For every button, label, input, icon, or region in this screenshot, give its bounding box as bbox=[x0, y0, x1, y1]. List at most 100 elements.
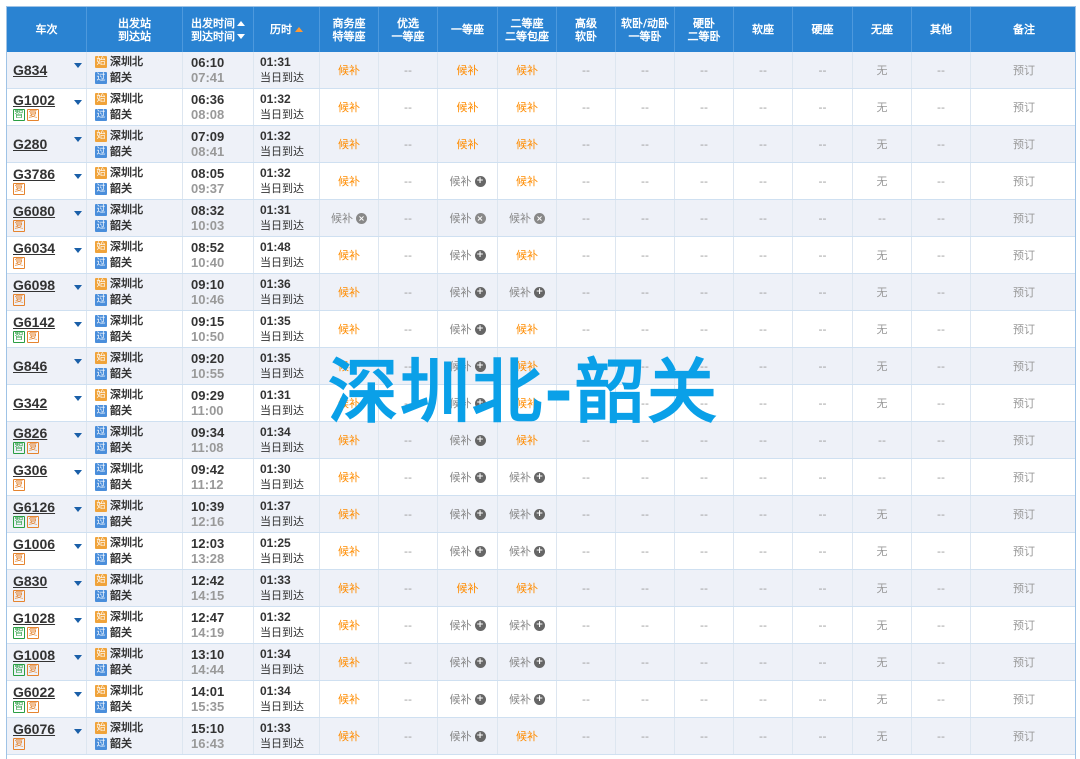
seat-cell[interactable]: 候补 bbox=[498, 89, 557, 125]
plus-circle-icon[interactable]: + bbox=[474, 434, 486, 446]
seat-cell[interactable]: 候补 bbox=[320, 570, 379, 606]
plus-circle-icon[interactable]: + bbox=[534, 693, 545, 705]
seat-cell[interactable]: 候补 + bbox=[438, 348, 498, 384]
train-number-link[interactable]: G834 bbox=[13, 62, 47, 78]
houbu-link[interactable]: 候补 bbox=[338, 469, 360, 485]
train-number-link[interactable]: G6022 bbox=[13, 685, 55, 700]
book-button[interactable]: 预订 bbox=[1013, 247, 1035, 263]
houbu-link[interactable]: 候补 bbox=[338, 691, 360, 707]
seat-cell[interactable]: 候补 bbox=[498, 311, 557, 347]
book-button[interactable]: 预订 bbox=[1013, 210, 1035, 226]
plus-circle-icon[interactable]: + bbox=[534, 471, 545, 483]
expand-caret-icon[interactable] bbox=[74, 248, 82, 253]
train-number-link[interactable]: G6080 bbox=[13, 204, 55, 219]
houbu-link[interactable]: 候补 bbox=[457, 136, 479, 152]
seat-cell[interactable]: 候补 + bbox=[438, 311, 498, 347]
seat-cell[interactable]: 候补 bbox=[320, 348, 379, 384]
train-number-link[interactable]: G830 bbox=[13, 574, 47, 589]
expand-caret-icon[interactable] bbox=[74, 322, 82, 327]
remark-cell[interactable]: 预订 bbox=[971, 311, 1075, 347]
plus-circle-icon[interactable]: + bbox=[534, 545, 545, 557]
plus-circle-icon[interactable]: + bbox=[534, 508, 545, 520]
plus-circle-icon[interactable]: + bbox=[534, 656, 545, 668]
plus-circle-icon[interactable]: + bbox=[474, 286, 486, 298]
seat-cell[interactable]: 候补 + bbox=[438, 607, 498, 643]
train-number-link[interactable]: G1028 bbox=[13, 611, 55, 626]
expand-caret-icon[interactable] bbox=[74, 729, 82, 734]
houbu-link[interactable]: 候补 bbox=[338, 395, 360, 411]
houbu-link[interactable]: 候补 bbox=[338, 728, 360, 744]
book-button[interactable]: 预订 bbox=[1013, 617, 1035, 633]
seat-cell[interactable]: 候补 bbox=[438, 126, 498, 162]
seat-cell[interactable]: 候补 + bbox=[498, 533, 557, 569]
train-number-link[interactable]: G6126 bbox=[13, 500, 55, 515]
seat-cell[interactable]: 候补 bbox=[320, 496, 379, 532]
book-button[interactable]: 预订 bbox=[1013, 136, 1035, 152]
seat-cell[interactable]: 候补 + bbox=[498, 459, 557, 495]
book-button[interactable]: 预订 bbox=[1013, 173, 1035, 189]
remark-cell[interactable]: 预订 bbox=[971, 533, 1075, 569]
book-button[interactable]: 预订 bbox=[1013, 284, 1035, 300]
seat-cell[interactable]: 候补 + bbox=[438, 718, 498, 754]
houbu-link[interactable]: 候补 bbox=[457, 99, 479, 115]
seat-cell[interactable]: 候补 bbox=[498, 348, 557, 384]
remark-cell[interactable]: 预订 bbox=[971, 200, 1075, 236]
seat-cell[interactable]: 候补 bbox=[498, 126, 557, 162]
remark-cell[interactable]: 预订 bbox=[971, 89, 1075, 125]
houbu-link[interactable]: 候补 bbox=[516, 580, 538, 596]
book-button[interactable]: 预订 bbox=[1013, 728, 1035, 744]
remark-cell[interactable]: 预订 bbox=[971, 422, 1075, 458]
seat-cell[interactable]: 候补 bbox=[498, 237, 557, 273]
houbu-link[interactable]: 候补 bbox=[457, 580, 479, 596]
train-number-link[interactable]: G1002 bbox=[13, 93, 55, 108]
seat-cell[interactable]: 候补 + bbox=[438, 681, 498, 717]
sort-asc-icon[interactable] bbox=[295, 27, 303, 32]
expand-caret-icon[interactable] bbox=[74, 655, 82, 660]
houbu-link[interactable]: 候补 bbox=[516, 247, 538, 263]
seat-cell[interactable]: 候补 + bbox=[438, 274, 498, 310]
book-button[interactable]: 预订 bbox=[1013, 395, 1035, 411]
houbu-link[interactable]: 候补 bbox=[338, 580, 360, 596]
train-number-link[interactable]: G1006 bbox=[13, 537, 55, 552]
houbu-link[interactable]: 候补 bbox=[516, 432, 538, 448]
expand-caret-icon[interactable] bbox=[74, 581, 82, 586]
seat-cell[interactable]: 候补 bbox=[320, 274, 379, 310]
book-button[interactable]: 预订 bbox=[1013, 506, 1035, 522]
houbu-link[interactable]: 候补 bbox=[338, 173, 360, 189]
houbu-link[interactable]: 候补 bbox=[338, 99, 360, 115]
book-button[interactable]: 预订 bbox=[1013, 691, 1035, 707]
plus-circle-icon[interactable]: + bbox=[474, 360, 486, 372]
plus-circle-icon[interactable]: + bbox=[474, 730, 486, 742]
train-number-link[interactable]: G1008 bbox=[13, 648, 55, 663]
seat-cell[interactable]: 候补 bbox=[438, 570, 498, 606]
seat-cell[interactable]: 候补 bbox=[498, 163, 557, 199]
sort-desc-icon[interactable] bbox=[237, 33, 245, 39]
houbu-link[interactable]: 候补 bbox=[338, 358, 360, 374]
seat-cell[interactable]: 候补 bbox=[320, 681, 379, 717]
remark-cell[interactable]: 预订 bbox=[971, 607, 1075, 643]
seat-cell[interactable]: 候补 + bbox=[438, 237, 498, 273]
remark-cell[interactable]: 预订 bbox=[971, 348, 1075, 384]
plus-circle-icon[interactable]: + bbox=[474, 323, 486, 335]
expand-caret-icon[interactable] bbox=[74, 63, 82, 68]
remark-cell[interactable]: 预订 bbox=[971, 274, 1075, 310]
expand-caret-icon[interactable] bbox=[74, 396, 82, 401]
remark-cell[interactable]: 预订 bbox=[971, 126, 1075, 162]
plus-circle-icon[interactable]: + bbox=[474, 693, 486, 705]
houbu-link[interactable]: 候补 bbox=[338, 284, 360, 300]
train-number-link[interactable]: G3786 bbox=[13, 167, 55, 182]
expand-caret-icon[interactable] bbox=[74, 359, 82, 364]
seat-cell[interactable]: 候补 bbox=[320, 52, 379, 88]
book-button[interactable]: 预订 bbox=[1013, 580, 1035, 596]
train-number-link[interactable]: G6076 bbox=[13, 722, 55, 737]
seat-cell[interactable]: 候补 + bbox=[438, 459, 498, 495]
train-number-link[interactable]: G6098 bbox=[13, 278, 55, 293]
remark-cell[interactable]: 预订 bbox=[971, 237, 1075, 273]
houbu-link[interactable]: 候补 bbox=[516, 358, 538, 374]
col-duration[interactable]: 历时 bbox=[254, 7, 320, 52]
remark-cell[interactable]: 预订 bbox=[971, 718, 1075, 754]
seat-cell[interactable]: 候补 bbox=[320, 644, 379, 680]
seat-cell[interactable]: 候补 + bbox=[498, 274, 557, 310]
plus-circle-icon[interactable]: + bbox=[474, 656, 486, 668]
seat-cell[interactable]: 候补 + bbox=[498, 496, 557, 532]
